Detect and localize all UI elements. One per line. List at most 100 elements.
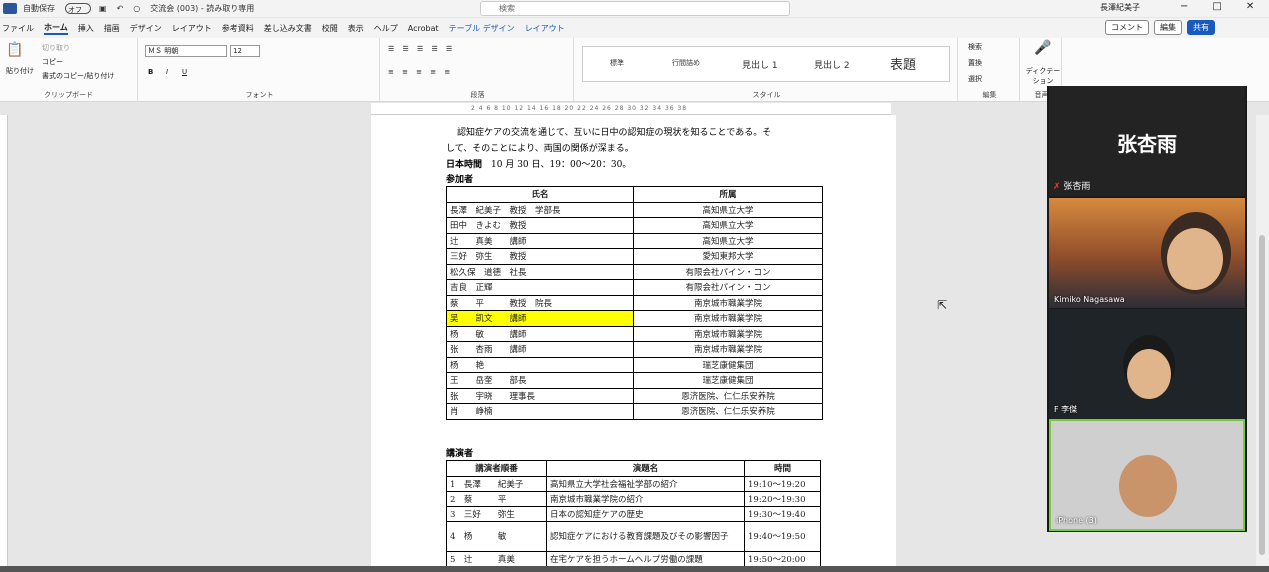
- tab-draw[interactable]: 描画: [104, 23, 120, 34]
- tab-references[interactable]: 参考資料: [222, 23, 254, 34]
- participant-name: iPhone (3): [1056, 516, 1097, 525]
- participant-tile[interactable]: Kimiko Nagasawa: [1049, 198, 1245, 308]
- save-icon[interactable]: ▣: [99, 4, 107, 13]
- active-speaker-tile[interactable]: 张杏雨 ✗ 张杏雨: [1049, 86, 1245, 196]
- cut-button[interactable]: 切り取り: [42, 43, 70, 53]
- comment-button[interactable]: コメント: [1105, 20, 1149, 35]
- user-name[interactable]: 長澤紀美子: [1100, 2, 1140, 13]
- header-name: 氏名: [446, 186, 634, 203]
- style-heading2[interactable]: 見出し 2: [814, 58, 850, 71]
- autosave-label: 自動保存: [23, 4, 55, 13]
- undo-icon[interactable]: ↶: [117, 4, 124, 13]
- font-name-select[interactable]: ＭＳ 明朝: [145, 45, 227, 57]
- vertical-scrollbar[interactable]: [1256, 115, 1269, 570]
- participants-heading: 参加者: [446, 175, 474, 185]
- search-input[interactable]: 検索: [480, 1, 790, 16]
- share-button[interactable]: 共有: [1187, 20, 1215, 35]
- maximize-button[interactable]: □: [1212, 1, 1221, 12]
- paragraph-group: ☰ ☰ ☰ ☰ ☰ ≡ ≡ ≡ ≡ ≡ 段落: [382, 38, 574, 102]
- font-size-select[interactable]: 12: [230, 45, 260, 57]
- speaker-name-large: 张杏雨: [1117, 132, 1177, 156]
- table-row[interactable]: 张 宇晓 理事長 恩济医院、仁仁乐安养院: [446, 387, 823, 404]
- autosave-toggle[interactable]: オフ: [65, 3, 91, 14]
- video-call-panel: 张杏雨 ✗ 张杏雨 Kimiko Nagasawa F 李傑 iPhone (3…: [1047, 86, 1247, 532]
- tab-mailings[interactable]: 差し込み文書: [264, 23, 312, 34]
- tab-insert[interactable]: 挿入: [78, 23, 94, 34]
- table-row[interactable]: 4 杨 敏認知症ケアにおける教育課題及びその影響因子 19:40〜19:50: [446, 520, 821, 552]
- style-heading1[interactable]: 見出し 1: [742, 58, 778, 71]
- microphone-icon[interactable]: 🎤: [1034, 40, 1051, 56]
- table-row[interactable]: 田中 きよむ 教授 高知県立大学: [446, 217, 823, 234]
- table-row[interactable]: 2 蔡 平南京城市職業学院の紹介 19:20〜19:30: [446, 490, 821, 507]
- table-row[interactable]: 蔡 平 教授 院長 南京城市職業学院: [446, 294, 823, 311]
- style-normal[interactable]: 標準: [610, 58, 624, 68]
- find-button[interactable]: 検索: [968, 42, 982, 52]
- participants-table[interactable]: 氏名 所属 長澤 紀美子 教授 学部長 高知県立大学 田中 きよむ 教授 高知県立大学…: [446, 186, 823, 420]
- tab-design[interactable]: デザイン: [130, 23, 162, 34]
- tab-review[interactable]: 校閲: [322, 23, 338, 34]
- redo-icon[interactable]: ○: [133, 4, 140, 13]
- close-button[interactable]: ✕: [1246, 1, 1254, 12]
- copy-button[interactable]: コピー: [42, 57, 63, 67]
- word-app-icon: [3, 3, 17, 14]
- minimize-button[interactable]: −: [1180, 1, 1188, 12]
- table-row[interactable]: 杨 艳瑞芝康健集団: [446, 356, 823, 373]
- vertical-ruler[interactable]: [0, 115, 8, 572]
- paste-icon[interactable]: 📋: [6, 42, 23, 58]
- paragraph-purpose: 認知症ケアの交流を通じて、互いに日中の認知症の現状を知ることである。そ: [457, 128, 772, 138]
- table-row-highlighted[interactable]: 吴 凯文 講師 南京城市職業学院: [446, 310, 823, 327]
- table-row[interactable]: 3 三好 弥生 日本の認知症ケアの歴史 19:30〜19:40: [446, 505, 821, 522]
- table-row[interactable]: 王 岳奎 部長 瑞芝康健集団: [446, 372, 823, 389]
- header-speaker-order: 講演者順番: [446, 460, 547, 477]
- participant-name: F 李傑: [1054, 405, 1078, 414]
- table-row[interactable]: 三好 弥生 教授 愛知東邦大学: [446, 248, 823, 265]
- header-topic: 演題名: [546, 460, 745, 477]
- replace-button[interactable]: 置換: [968, 58, 982, 68]
- participant-tile[interactable]: F 李傑: [1049, 309, 1245, 419]
- table-row[interactable]: 松久保 道德 社長 有限会社パイン・コン: [446, 263, 823, 280]
- italic-button[interactable]: I: [166, 68, 168, 76]
- select-button[interactable]: 選択: [968, 74, 982, 84]
- participant-tile-active[interactable]: iPhone (3): [1049, 419, 1245, 531]
- clipboard-group: 📋 貼り付け 切り取り コピー 書式のコピー/貼り付け クリップボード: [0, 38, 138, 102]
- speakers-table[interactable]: 講演者順番 演題名 時間 1 長澤 紀美子 高知県立大学社会福祉学部の紹介 19:10〜…: [446, 460, 821, 567]
- table-row[interactable]: 長澤 紀美子 教授 学部長 高知県立大学: [446, 201, 823, 218]
- file-name: 交流会 (003) - 読み取り専用: [150, 4, 255, 13]
- horizontal-ruler[interactable]: 2 4 6 8 10 12 14 16 18 20 22 24 26 28 30…: [371, 103, 891, 115]
- table-row[interactable]: 肖 峥楠 恩济医院、仁仁乐安养院: [446, 403, 823, 420]
- edit-mode-button[interactable]: 編集: [1154, 20, 1182, 35]
- document-page[interactable]: 認知症ケアの交流を通じて、互いに日中の認知症の現状を知ることである。そ して、そ…: [371, 115, 896, 570]
- table-row[interactable]: 5 辻 真美 在宅ケアを担うホームヘルプ労働の課題 19:50〜20:00: [446, 550, 821, 567]
- speakers-heading: 講演者: [446, 449, 474, 459]
- table-row[interactable]: 吉良 正輝 有限会社パイン・コン: [446, 279, 823, 296]
- table-row[interactable]: 杨 敏 講師 南京城市職業学院: [446, 325, 823, 342]
- tab-table-layout[interactable]: レイアウト: [525, 23, 565, 34]
- tab-help[interactable]: ヘルプ: [374, 23, 398, 34]
- table-row[interactable]: 1 長澤 紀美子 高知県立大学社会福祉学部の紹介 19:10〜19:20: [446, 475, 821, 492]
- dictate-button[interactable]: ディクテーション: [1024, 66, 1062, 86]
- tab-acrobat[interactable]: Acrobat: [408, 24, 439, 33]
- format-painter-button[interactable]: 書式のコピー/貼り付け: [42, 71, 114, 81]
- align-icons[interactable]: ≡ ≡ ≡ ≡ ≡: [388, 68, 453, 76]
- table-row[interactable]: 辻 真美 講師 高知県立大学: [446, 232, 823, 249]
- editing-group: 検索 置換 選択 編集: [960, 38, 1020, 102]
- tab-view[interactable]: 表示: [348, 23, 364, 34]
- tab-home[interactable]: ホーム: [44, 22, 68, 35]
- tab-layout[interactable]: レイアウト: [172, 23, 212, 34]
- table-row[interactable]: 张 杏雨 講師 南京城市職業学院: [446, 341, 823, 358]
- header-time: 時間: [744, 460, 821, 477]
- paste-button[interactable]: 貼り付け: [6, 66, 34, 76]
- list-icons[interactable]: ☰ ☰ ☰ ☰ ☰: [388, 45, 455, 53]
- tab-file[interactable]: ファイル: [2, 23, 34, 34]
- bold-button[interactable]: B: [148, 68, 153, 76]
- font-group: ＭＳ 明朝 12 B I U フォント: [140, 38, 380, 102]
- tab-table-design[interactable]: テーブル デザイン: [449, 23, 515, 34]
- styles-group: 標準 行間詰め 見出し 1 見出し 2 表題 スタイル: [576, 38, 958, 102]
- underline-button[interactable]: U: [182, 68, 187, 76]
- participant-video: [1119, 455, 1177, 517]
- style-no-spacing[interactable]: 行間詰め: [672, 58, 700, 68]
- style-title[interactable]: 表題: [890, 54, 916, 73]
- scrollbar-thumb[interactable]: [1259, 235, 1265, 555]
- title-bar: 自動保存 オフ ▣ ↶ ○ 交流会 (003) - 読み取り専用 検索 長澤紀美…: [0, 0, 1269, 17]
- ribbon-tabs: ファイル ホーム 挿入 描画 デザイン レイアウト 参考資料 差し込み文書 校閲…: [0, 18, 1269, 38]
